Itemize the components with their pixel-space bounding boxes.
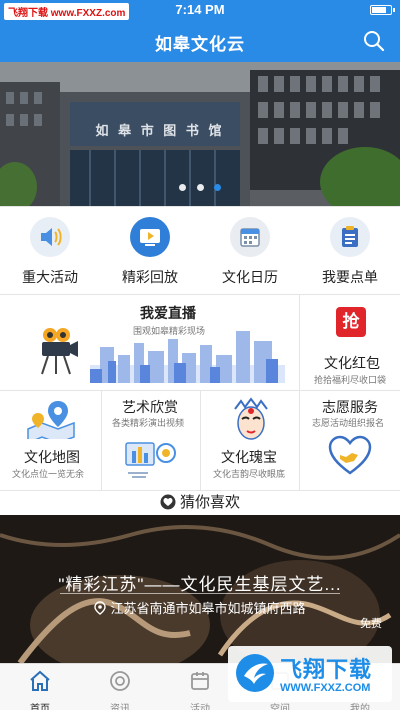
art-title: 艺术欣赏 xyxy=(122,399,178,415)
camera-icon xyxy=(41,328,78,375)
quick-link-major-events[interactable]: 重大活动 xyxy=(0,207,100,294)
treasure-title: 文化瑰宝 xyxy=(221,449,277,465)
featured-activity-card[interactable]: "精彩江苏"——文化民生基层文艺... 江苏省南通市如皋市如城镇府西路 免费 xyxy=(0,515,400,663)
activity-icon xyxy=(191,672,209,690)
play-screen-icon xyxy=(130,217,170,257)
activity-title: "精彩江苏"——文化民生基层文艺... xyxy=(58,575,342,594)
art-subtitle: 各类精彩演出视频 xyxy=(112,418,185,428)
culture-map-title: 文化地图 xyxy=(24,449,80,465)
watermark: 飞翔下载 WWW.FXXZ.COM xyxy=(228,646,392,702)
opera-mask-icon xyxy=(234,397,268,440)
volunteer-subtitle: 志愿活动组织报名 xyxy=(312,418,385,428)
building-sign: 如 皋 市 图 书 馆 xyxy=(95,123,225,138)
title-divider xyxy=(60,593,340,594)
price-label: 免费 xyxy=(360,618,382,630)
calendar-icon xyxy=(230,217,270,257)
cultural-treasure-card[interactable]: 文化瑰宝 文化吉韵尽收眼底 xyxy=(201,391,300,491)
heart-icon xyxy=(160,494,176,510)
status-time: 7:14 PM xyxy=(175,2,225,17)
watermark-logo-icon xyxy=(236,654,274,692)
tab-label: 资讯 xyxy=(110,704,130,710)
quick-link-label: 重大活动 xyxy=(22,269,78,285)
feature-grid: 我爱直播 围观如皋精彩现场 抢 文化红包 抢拾福利尽收口袋 文化地图 文化点位一… xyxy=(0,294,400,491)
red-packet-card[interactable]: 抢 文化红包 抢拾福利尽收口袋 xyxy=(300,295,400,391)
search-icon[interactable] xyxy=(362,29,386,53)
culture-map-subtitle: 文化点位一览无余 xyxy=(12,469,85,479)
news-icon xyxy=(110,671,130,691)
carousel-dot[interactable] xyxy=(196,184,204,191)
red-packet-subtitle: 抢拾福利尽收口袋 xyxy=(314,375,387,385)
quick-link-replay[interactable]: 精彩回放 xyxy=(100,207,200,294)
carousel-indicator[interactable] xyxy=(0,178,400,196)
live-card[interactable]: 我爱直播 围观如皋精彩现场 xyxy=(0,295,300,391)
tab-label: 首页 xyxy=(30,704,50,710)
tab-news[interactable]: 资讯 xyxy=(80,664,160,710)
tab-home[interactable]: 首页 xyxy=(0,664,80,710)
tab-label: 活动 xyxy=(190,704,210,710)
guess-label: 猜你喜欢 xyxy=(179,494,240,511)
quick-links: 重大活动 精彩回放 文化日历 我要点单 xyxy=(0,206,400,294)
red-packet-icon: 抢 xyxy=(336,307,366,337)
art-appreciation-card[interactable]: 艺术欣赏 各类精彩演出视频 xyxy=(102,391,201,491)
volunteer-card[interactable]: 志愿服务 志愿活动组织报名 xyxy=(300,391,400,491)
heart-hand-icon xyxy=(328,435,372,475)
home-icon xyxy=(30,670,50,691)
location-text: 江苏省南通市如皋市如城镇府西路 xyxy=(110,601,306,616)
location-pin-icon xyxy=(94,601,107,615)
quick-link-label: 我要点单 xyxy=(322,269,378,285)
watermark-name: 飞翔下载 xyxy=(280,657,373,682)
guess-you-like-header: 猜你喜欢 xyxy=(0,490,400,515)
top-navbar: 如皋文化云 xyxy=(0,20,400,62)
watermark-url: WWW.FXXZ.COM xyxy=(280,682,371,694)
treasure-subtitle: 文化吉韵尽收眼底 xyxy=(213,469,286,479)
red-packet-title: 文化红包 xyxy=(324,355,380,371)
status-bar: 飞翔下载 www.FXXZ.com 7:14 PM xyxy=(0,0,400,20)
page-title: 如皋文化云 xyxy=(155,35,245,54)
battery-icon xyxy=(370,5,395,15)
quick-link-label: 精彩回放 xyxy=(122,269,178,285)
carousel-dot[interactable] xyxy=(179,184,187,191)
quick-link-order[interactable]: 我要点单 xyxy=(300,207,400,294)
quick-link-label: 文化日历 xyxy=(222,269,278,285)
quick-link-calendar[interactable]: 文化日历 xyxy=(200,207,300,294)
clipboard-icon xyxy=(330,217,370,257)
carousel-dot-active[interactable] xyxy=(213,184,221,191)
culture-map-card[interactable]: 文化地图 文化点位一览无余 xyxy=(0,391,102,491)
volunteer-title: 志愿服务 xyxy=(322,399,378,415)
city-skyline-image xyxy=(90,331,285,383)
banner-carousel[interactable]: 如 皋 市 图 书 馆 xyxy=(0,62,400,206)
speaker-icon xyxy=(30,217,70,257)
live-title: 我爱直播 xyxy=(140,305,196,321)
activity-location: 江苏省南通市如皋市如城镇府西路 xyxy=(0,598,400,617)
art-display-icon xyxy=(125,442,176,478)
map-pin-icon xyxy=(27,401,75,439)
